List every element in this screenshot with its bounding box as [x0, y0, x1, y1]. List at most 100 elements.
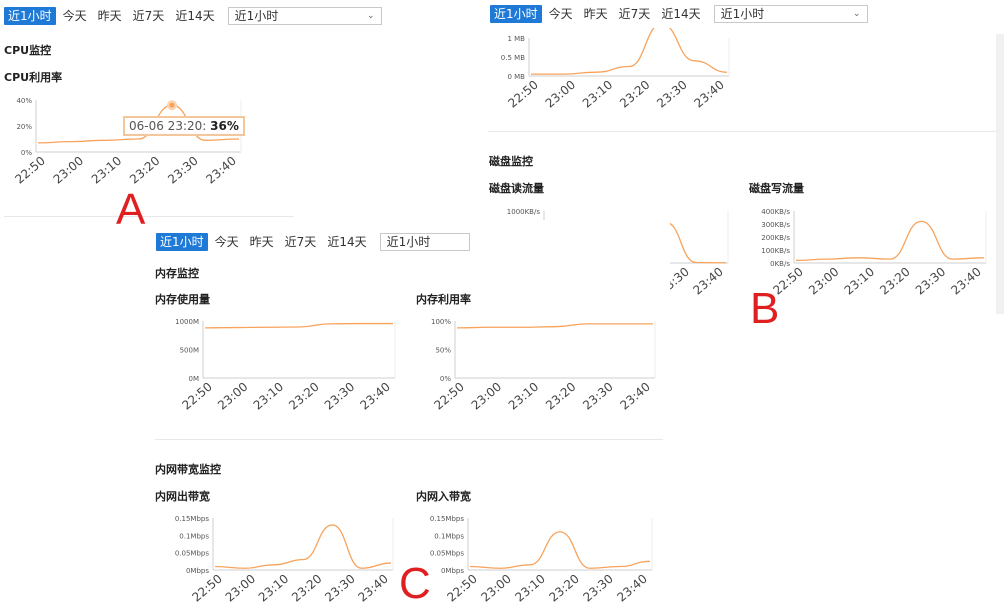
x-tick-label: 23:40 [203, 154, 238, 187]
y-tick-label: 200KB/s [761, 234, 790, 242]
tab-7d[interactable]: 近7天 [615, 5, 655, 23]
x-tick-label: 22:50 [12, 154, 47, 187]
x-tick-label: 23:30 [322, 572, 357, 604]
x-tick-label: 23:40 [355, 572, 390, 604]
section-title-network: 内网带宽监控 [155, 463, 221, 476]
chart-network-top: 1 MB 0.5 MB 0 MB22:50 23:00 23:10 23:20 23:30 2… [501, 28, 730, 108]
y-tick-label: 300KB/s [761, 221, 790, 229]
y-tick-label: 0.05Mbps [430, 550, 465, 558]
x-tick-label: 23:10 [256, 572, 291, 604]
tooltip-time: 06-06 23:20: [129, 119, 207, 133]
panel-cpu: 近1小时 今天 昨天 近7天 近14天 近1小时 ⌄ CPU监控 CPU利用率 … [0, 0, 382, 230]
y-tick-label: 0.1Mbps [434, 532, 464, 540]
tab-14d[interactable]: 近14天 [323, 233, 370, 251]
y-tick-label: 100KB/s [761, 247, 790, 255]
y-tick-label: 20% [16, 123, 32, 131]
y-tick-label: 0.05Mbps [175, 550, 210, 558]
hover-point[interactable] [169, 102, 175, 108]
x-tick-label: 23:30 [580, 572, 615, 604]
tab-7d[interactable]: 近7天 [129, 7, 169, 25]
chart-cpu: 40% 20% 0%22:50 23:00 23:10 23:20 23:30 23:40 [12, 97, 242, 187]
x-tick-label: 23:30 [165, 154, 200, 187]
y-tick-label: 0.5 MB [501, 54, 525, 62]
x-tick-label: 23:00 [223, 572, 258, 604]
y-tick-label: 500M [180, 347, 199, 355]
x-tick-label: 23:00 [215, 380, 250, 413]
marker-a: A [116, 185, 146, 234]
y-tick-label: 1000M [175, 318, 199, 326]
series-line [456, 323, 653, 329]
section-title-memory: 内存监控 [155, 267, 199, 280]
tab-1h[interactable]: 近1小时 [490, 5, 542, 23]
scrollbar[interactable] [996, 34, 1004, 314]
y-tick-label: 400KB/s [761, 208, 790, 216]
tab-7d[interactable]: 近7天 [281, 233, 321, 251]
section-title-disk: 磁盘监控 [489, 155, 533, 168]
x-tick-label: 23:10 [512, 572, 547, 604]
x-tick-label: 23:40 [614, 572, 649, 604]
tab-14d[interactable]: 近14天 [657, 5, 704, 23]
tooltip-value: 36% [210, 119, 239, 133]
x-tick-label: 22:50 [505, 78, 540, 108]
x-tick-label: 23:00 [469, 380, 504, 413]
tab-yesterday[interactable]: 昨天 [246, 233, 278, 251]
x-tick-label: 22:50 [179, 380, 214, 413]
marker-b: B [750, 284, 780, 333]
x-tick-label: 23:40 [357, 380, 392, 413]
tab-14d[interactable]: 近14天 [171, 7, 218, 25]
time-range-select[interactable]: 近1小时 ⌄ [713, 5, 868, 23]
series-line [204, 322, 393, 329]
x-tick-label: 23:40 [691, 78, 726, 108]
x-tick-label: 23:40 [690, 265, 725, 298]
series-line [530, 28, 728, 75]
marker-c: C [399, 559, 431, 608]
x-tick-label: 23:20 [543, 380, 578, 413]
select-value: 近1小时 [234, 9, 279, 23]
x-tick-label: 23:30 [322, 380, 357, 413]
divider [488, 131, 998, 132]
chart-title-mem-used: 内存使用量 [155, 293, 210, 306]
section-title-cpu: CPU监控 [4, 44, 52, 57]
time-range-tabs: 近1小时 今天 昨天 近7天 近14天 近1小时 ⌄ [490, 4, 868, 24]
select-value: 近1小时 [386, 235, 431, 249]
x-tick-label: 23:20 [617, 78, 652, 108]
tab-today[interactable]: 今天 [211, 233, 243, 251]
tab-today[interactable]: 今天 [59, 7, 91, 25]
time-range-select[interactable]: 近1小时 [379, 233, 470, 251]
x-tick-label: 23:10 [251, 380, 286, 413]
y-tick-label: 0 MB [507, 73, 525, 81]
x-tick-label: 22:50 [431, 380, 466, 413]
select-value: 近1小时 [720, 7, 765, 21]
x-tick-label: 23:30 [654, 78, 689, 108]
x-tick-label: 23:00 [806, 265, 841, 298]
time-range-tabs: 近1小时 今天 昨天 近7天 近14天 近1小时 [156, 232, 470, 252]
tab-today[interactable]: 今天 [545, 5, 577, 23]
series-line [795, 220, 985, 262]
x-tick-label: 23:20 [289, 572, 324, 604]
chart-title-net-in: 内网入带宽 [416, 490, 471, 503]
series-line [469, 531, 651, 569]
tab-1h[interactable]: 近1小时 [156, 233, 208, 251]
y-tick-label: 0Mbps [441, 567, 464, 575]
chart-title-net-out: 内网出带宽 [155, 490, 210, 503]
y-tick-label: 0.15Mbps [175, 515, 210, 523]
y-tick-label: 1 MB [507, 35, 525, 43]
y-tick-label: 0M [189, 375, 200, 383]
y-tick-label: 0% [440, 375, 451, 383]
x-tick-label: 23:00 [543, 78, 578, 108]
tab-1h[interactable]: 近1小时 [4, 7, 56, 25]
tab-yesterday[interactable]: 昨天 [580, 5, 612, 23]
x-tick-label: 23:10 [89, 154, 124, 187]
x-tick-label: 23:40 [617, 380, 652, 413]
x-tick-label: 23:00 [51, 154, 86, 187]
chevron-down-icon: ⌄ [367, 11, 375, 21]
chart-title-cpu: CPU利用率 [4, 71, 63, 84]
divider [155, 439, 663, 440]
x-tick-label: 23:10 [506, 380, 541, 413]
chevron-down-icon: ⌄ [853, 9, 861, 19]
chart-mem-used: 1000M 500M 0M22:50 23:00 23:10 23:20 23:30 23:4… [175, 318, 396, 413]
tab-yesterday[interactable]: 昨天 [94, 7, 126, 25]
x-tick-label: 22:50 [444, 572, 479, 604]
time-range-select[interactable]: 近1小时 ⌄ [227, 7, 382, 25]
y-tick-label: 40% [16, 97, 32, 105]
